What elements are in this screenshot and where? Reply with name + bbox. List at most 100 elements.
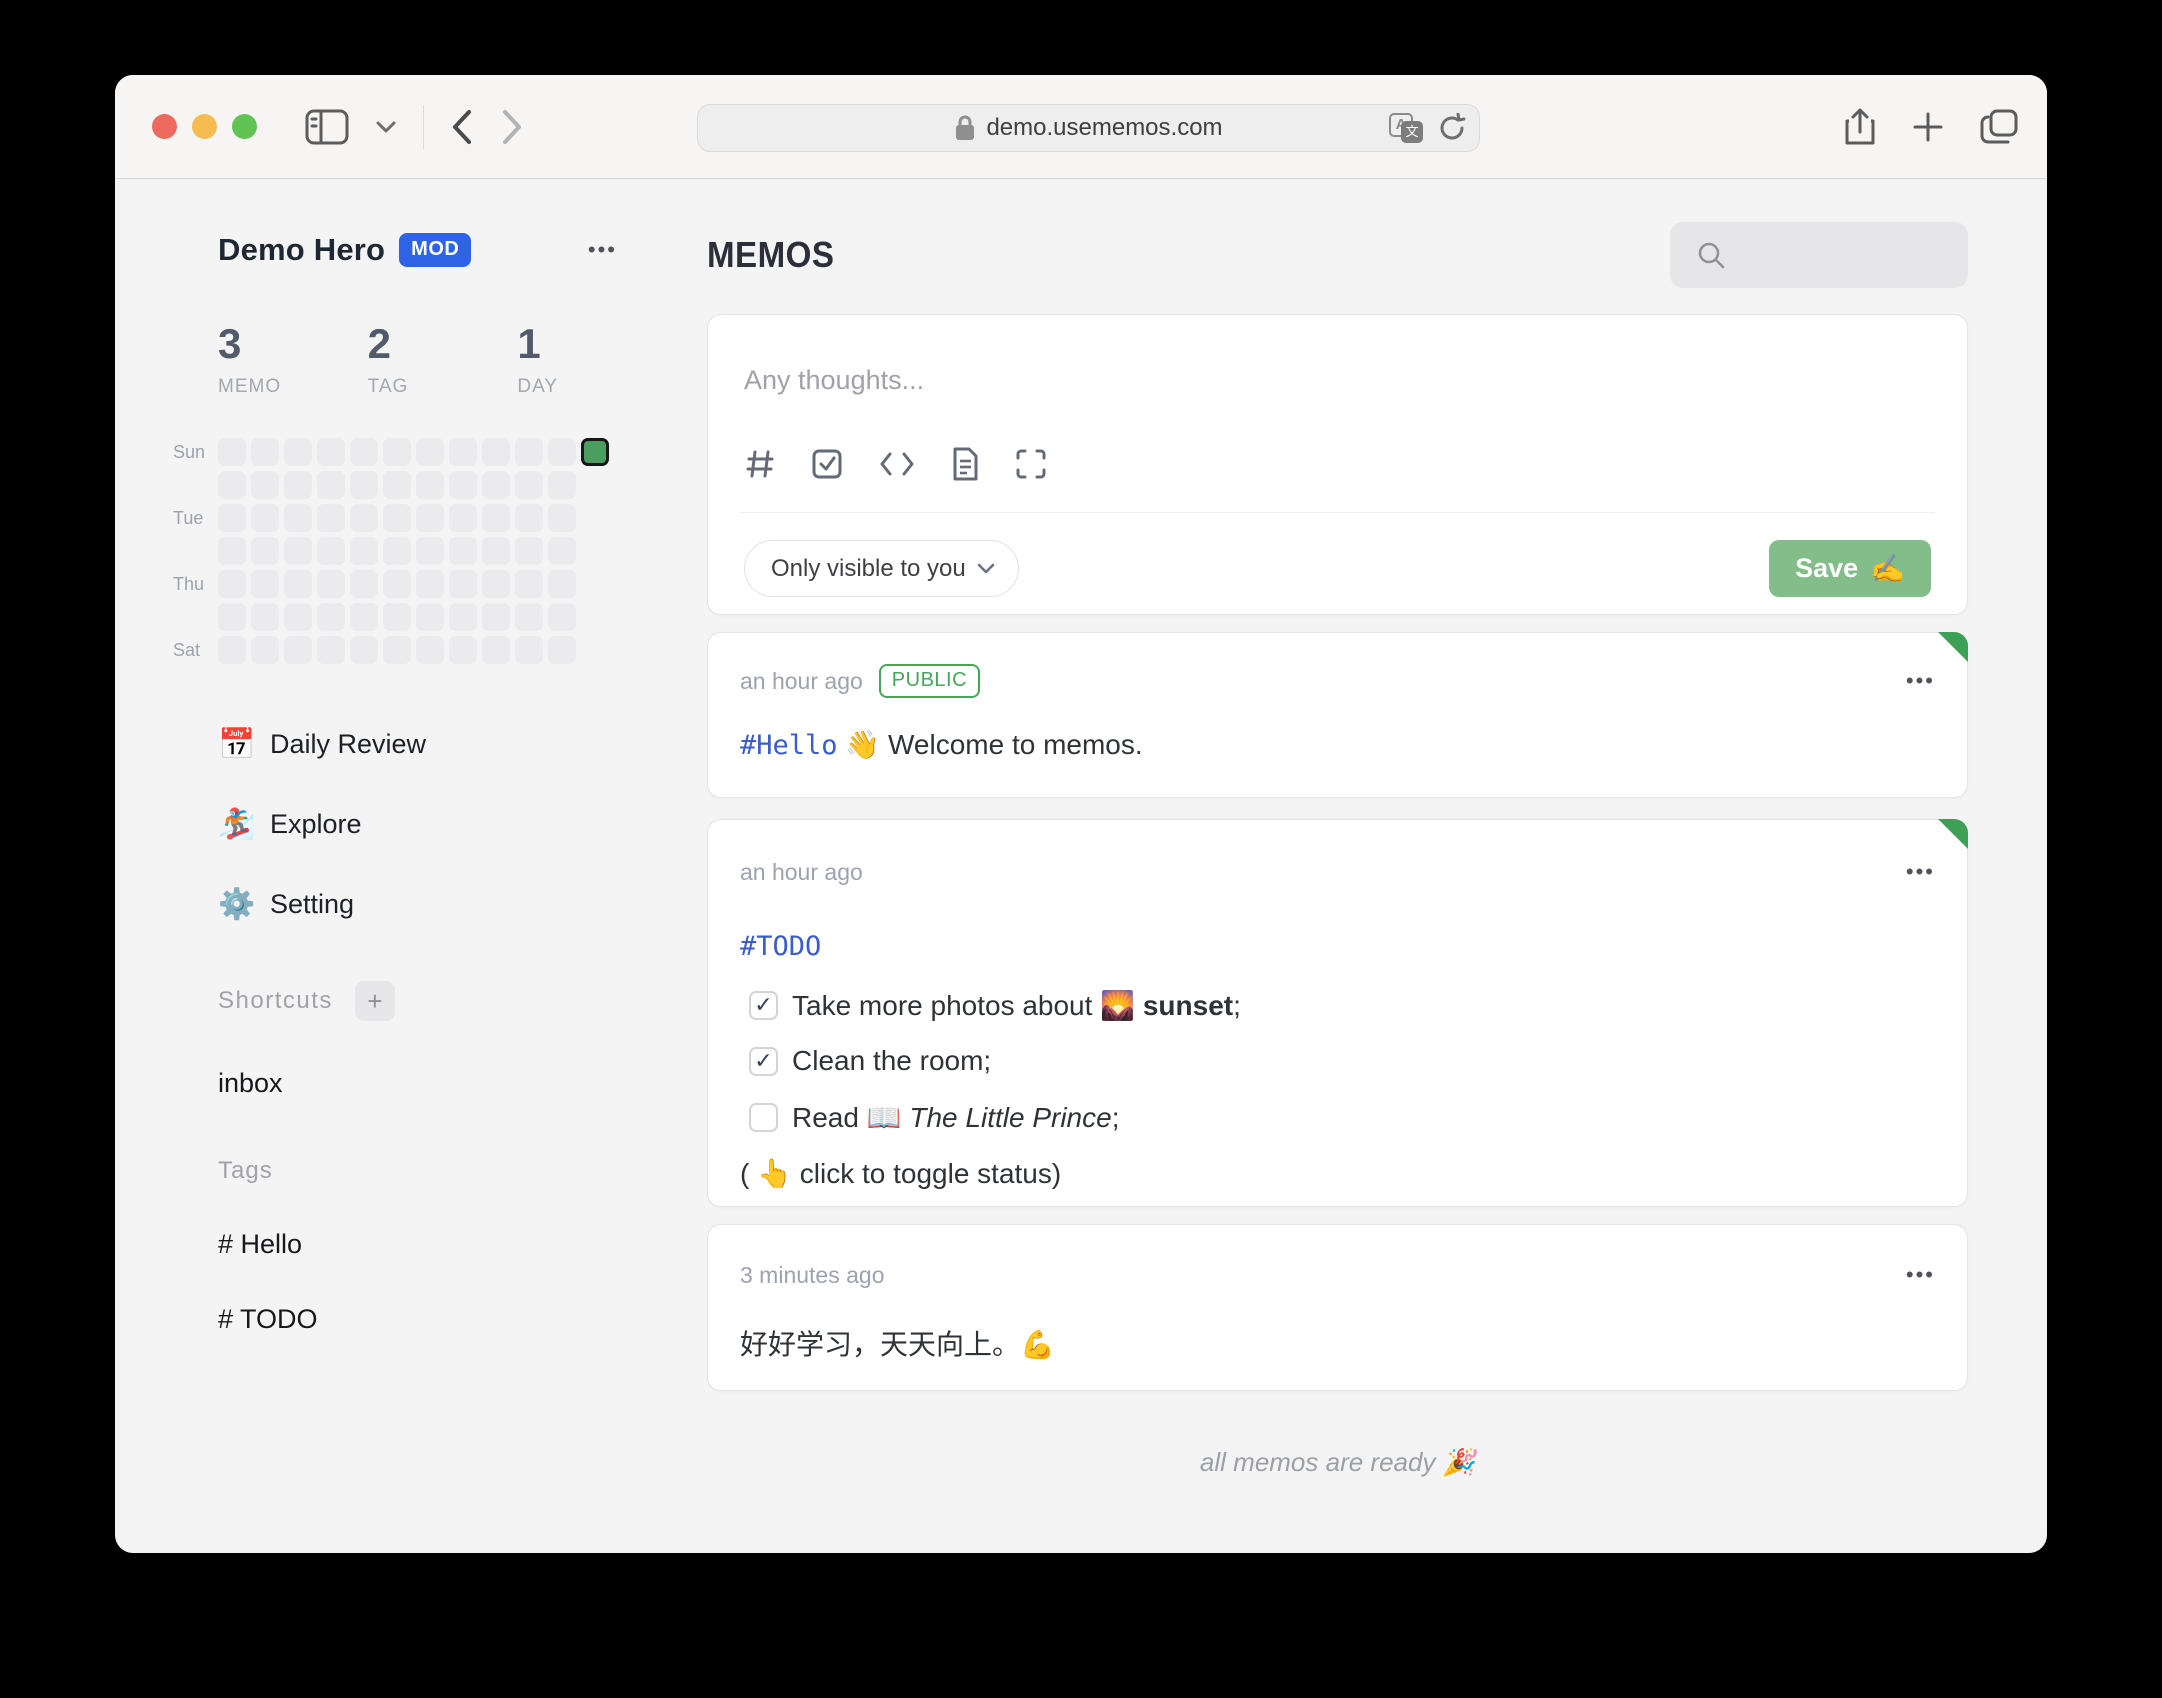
minimize-window-button[interactable]: [192, 114, 217, 139]
shortcut-item-inbox[interactable]: inbox: [218, 1068, 667, 1099]
heatmap-cell[interactable]: [548, 504, 576, 532]
memo-tag-link[interactable]: #TODO: [740, 931, 821, 962]
heatmap-cell[interactable]: [548, 537, 576, 565]
heatmap-cell[interactable]: [482, 603, 510, 631]
task-checkbox[interactable]: [749, 1046, 778, 1076]
heatmap-cell[interactable]: [218, 636, 246, 664]
heatmap-cell[interactable]: [317, 570, 345, 598]
forward-button[interactable]: [500, 108, 524, 146]
fullscreen-icon[interactable]: [1014, 447, 1048, 481]
heatmap-cell[interactable]: [482, 636, 510, 664]
reload-icon[interactable]: [1437, 113, 1467, 143]
heatmap-cell[interactable]: [350, 438, 378, 466]
heatmap-cell[interactable]: [449, 570, 477, 598]
code-icon[interactable]: [878, 449, 916, 479]
heatmap-cell[interactable]: [350, 504, 378, 532]
heatmap-cell[interactable]: [482, 471, 510, 499]
heatmap-cell[interactable]: [449, 471, 477, 499]
heatmap-cell[interactable]: [581, 438, 609, 466]
heatmap-cell[interactable]: [383, 537, 411, 565]
heatmap-cell[interactable]: [317, 471, 345, 499]
heatmap-cell[interactable]: [284, 471, 312, 499]
heatmap-cell[interactable]: [350, 570, 378, 598]
heatmap-cell[interactable]: [350, 471, 378, 499]
document-icon[interactable]: [950, 446, 980, 482]
heatmap-cell[interactable]: [383, 603, 411, 631]
heatmap-cell[interactable]: [251, 504, 279, 532]
heatmap-cell[interactable]: [482, 504, 510, 532]
memo-menu-icon[interactable]: [1906, 668, 1935, 694]
heatmap-cell[interactable]: [548, 570, 576, 598]
heatmap-cell[interactable]: [251, 603, 279, 631]
heatmap-cell[interactable]: [218, 537, 246, 565]
heatmap-cell[interactable]: [284, 636, 312, 664]
heatmap-cell[interactable]: [449, 438, 477, 466]
heatmap-cell[interactable]: [416, 603, 444, 631]
task-checkbox[interactable]: [749, 1102, 778, 1132]
tag-item-todo[interactable]: # TODO: [218, 1304, 667, 1335]
heatmap-cell[interactable]: [383, 504, 411, 532]
heatmap-cell[interactable]: [284, 537, 312, 565]
heatmap-cell[interactable]: [251, 636, 279, 664]
memo-menu-icon[interactable]: [1906, 1262, 1935, 1288]
heatmap-cell[interactable]: [416, 537, 444, 565]
heatmap-cell[interactable]: [548, 636, 576, 664]
memo-menu-icon[interactable]: [1906, 859, 1935, 885]
heatmap-cell[interactable]: [218, 438, 246, 466]
task-checkbox[interactable]: [749, 990, 778, 1020]
search-input[interactable]: [1670, 222, 1968, 288]
heatmap-cell[interactable]: [449, 636, 477, 664]
heatmap-cell[interactable]: [218, 603, 246, 631]
heatmap-cell[interactable]: [416, 471, 444, 499]
user-menu-icon[interactable]: [588, 237, 617, 263]
heatmap-cell[interactable]: [449, 603, 477, 631]
heatmap-cell[interactable]: [284, 438, 312, 466]
sidebar-item-daily-review[interactable]: 📅 Daily Review: [218, 716, 667, 772]
sidebar-chevron-down-icon[interactable]: [375, 120, 397, 134]
back-button[interactable]: [450, 108, 474, 146]
tab-overview-icon[interactable]: [1979, 108, 2019, 146]
sidebar-item-setting[interactable]: ⚙️ Setting: [218, 876, 667, 932]
sidebar-item-explore[interactable]: 🏂 Explore: [218, 796, 667, 852]
heatmap-cell[interactable]: [515, 570, 543, 598]
share-icon[interactable]: [1843, 106, 1877, 148]
editor-input[interactable]: Any thoughts...: [744, 365, 1931, 396]
memo-tag-link[interactable]: #Hello: [740, 730, 838, 761]
heatmap-cell[interactable]: [416, 504, 444, 532]
heatmap-cell[interactable]: [515, 471, 543, 499]
checklist-icon[interactable]: [810, 447, 844, 481]
heatmap-cell[interactable]: [383, 438, 411, 466]
heatmap-cell[interactable]: [449, 504, 477, 532]
heatmap-cell[interactable]: [317, 603, 345, 631]
visibility-select[interactable]: Only visible to you: [744, 540, 1019, 597]
heatmap-cell[interactable]: [548, 471, 576, 499]
heatmap-cell[interactable]: [416, 636, 444, 664]
tag-item-hello[interactable]: # Hello: [218, 1229, 667, 1260]
heatmap-cell[interactable]: [482, 537, 510, 565]
heatmap-cell[interactable]: [317, 438, 345, 466]
heatmap-cell[interactable]: [251, 471, 279, 499]
heatmap-cell[interactable]: [284, 504, 312, 532]
heatmap-cell[interactable]: [416, 570, 444, 598]
heatmap-cell[interactable]: [317, 504, 345, 532]
heatmap-cell[interactable]: [515, 504, 543, 532]
heatmap-cell[interactable]: [350, 603, 378, 631]
heatmap-cell[interactable]: [383, 471, 411, 499]
heatmap-cell[interactable]: [548, 603, 576, 631]
close-window-button[interactable]: [152, 114, 177, 139]
heatmap-cell[interactable]: [482, 438, 510, 466]
sidebar-toggle-icon[interactable]: [305, 109, 349, 145]
heatmap-cell[interactable]: [284, 570, 312, 598]
heatmap-cell[interactable]: [251, 570, 279, 598]
heatmap-cell[interactable]: [515, 438, 543, 466]
heatmap-cell[interactable]: [284, 603, 312, 631]
heatmap-cell[interactable]: [251, 438, 279, 466]
heatmap-cell[interactable]: [218, 570, 246, 598]
save-button[interactable]: Save ✍️: [1769, 540, 1931, 597]
heatmap-cell[interactable]: [383, 636, 411, 664]
heatmap-cell[interactable]: [218, 504, 246, 532]
heatmap-cell[interactable]: [251, 537, 279, 565]
new-tab-icon[interactable]: [1911, 110, 1945, 144]
heatmap-cell[interactable]: [515, 537, 543, 565]
heatmap-cell[interactable]: [548, 438, 576, 466]
